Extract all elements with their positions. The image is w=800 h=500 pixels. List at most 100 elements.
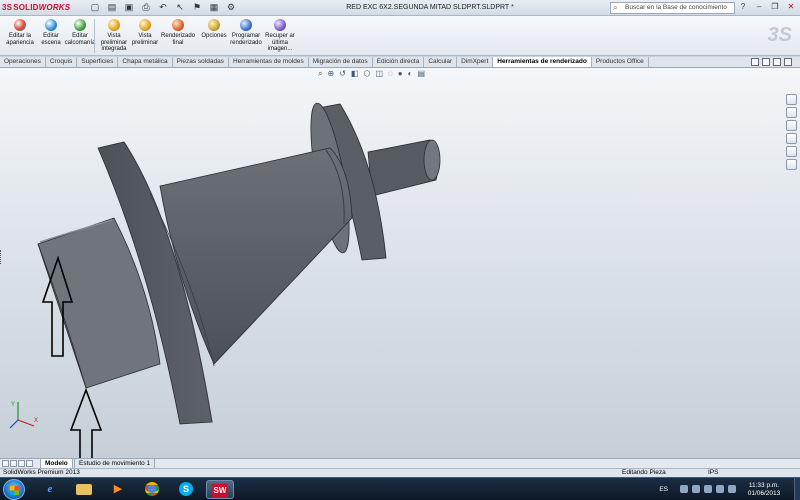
prev-tab-arrow[interactable]: [10, 460, 17, 467]
clock-time: 11:33 p.m.: [748, 482, 780, 489]
clock-date: 01/06/2013: [747, 489, 781, 497]
clock[interactable]: 11:33 p.m. 01/06/2013: [744, 482, 784, 497]
search-placeholder: Buscar en la Base de conocimiento: [625, 4, 727, 11]
undo-icon[interactable]: ↶: [156, 2, 170, 13]
command-manager-tabs: Operaciones Croquis Superficies Chapa me…: [0, 57, 800, 68]
tab-sheet-metal[interactable]: Chapa metálica: [118, 57, 173, 67]
unit-system-status[interactable]: IPS: [708, 469, 718, 477]
ds-watermark-icon: 3S: [767, 24, 792, 46]
last-tab-arrow[interactable]: [26, 460, 33, 467]
file-properties-icon[interactable]: ▦: [207, 2, 221, 13]
media-player-icon[interactable]: ▶: [104, 480, 132, 499]
doc-tile-button[interactable]: [773, 58, 781, 66]
file-explorer-taskbar-icon[interactable]: [70, 480, 98, 499]
network-icon[interactable]: [692, 485, 700, 493]
show-desktop-button[interactable]: [794, 478, 800, 500]
doc-minimize-button[interactable]: [751, 58, 759, 66]
tab-render-tools[interactable]: Herramientas de renderizado: [493, 57, 592, 67]
part-model: [37, 102, 441, 458]
svg-text:Y: Y: [11, 402, 15, 408]
new-document-icon[interactable]: ▢: [88, 2, 102, 13]
schedule-render-icon: [240, 19, 252, 31]
svg-text:X: X: [34, 418, 38, 424]
final-render-label: Renderizado final: [160, 33, 196, 46]
status-bar: SolidWorks Premium 2013 Editando Pieza I…: [0, 468, 800, 477]
doc-close-button[interactable]: [784, 58, 792, 66]
preview-window-label: Vista preliminar: [131, 33, 159, 46]
preview-window-button[interactable]: Vista preliminar: [127, 19, 163, 46]
final-render-button[interactable]: Renderizado final: [160, 19, 196, 46]
search-icon: ⌕: [613, 3, 618, 12]
knowledge-base-search-input[interactable]: ⌕ Buscar en la Base de conocimiento: [610, 2, 735, 14]
internet-explorer-icon[interactable]: e: [36, 480, 64, 499]
annotation-arrow-lower: [69, 387, 103, 458]
show-hidden-icons-icon[interactable]: [680, 485, 688, 493]
start-button[interactable]: [3, 479, 25, 500]
recover-last-image-button[interactable]: Recuper ar última imagen...: [262, 19, 298, 53]
doc-restore-button[interactable]: [762, 58, 770, 66]
windows-taskbar: e ▶ S SW ES 11:33 p.m. 01/06/2013: [0, 477, 800, 500]
tab-evaluate[interactable]: Calcular: [424, 57, 458, 67]
recover-image-icon: [274, 19, 286, 31]
reference-triad: Y X: [9, 402, 38, 429]
edit-appearance-label: Editar la apariencia: [6, 33, 34, 46]
integrated-preview-label: Vista preliminar integrada: [100, 33, 128, 52]
first-tab-arrow[interactable]: [2, 460, 9, 467]
rebuild-icon[interactable]: ⚑: [190, 2, 204, 13]
edit-decal-button[interactable]: Editar calcomanía: [62, 19, 98, 46]
tab-direct-editing[interactable]: Edición directa: [373, 57, 425, 67]
tab-sketch[interactable]: Croquis: [46, 57, 78, 67]
help-icon[interactable]: ?: [736, 2, 750, 13]
skype-icon[interactable]: S: [172, 480, 200, 499]
tab-dimxpert[interactable]: DimXpert: [457, 57, 494, 67]
model-tabs-bar: Modelo Estudio de movimiento 1: [0, 458, 800, 469]
tab-weldments[interactable]: Piezas soldadas: [173, 57, 229, 67]
quick-access-toolbar: ▢ ▤ ▣ ⎙ ↶ ↖ ⚑ ▦ ⚙: [88, 2, 238, 13]
open-folder-icon[interactable]: ▤: [105, 2, 119, 13]
solidworks-logo[interactable]: 3SSOLIDWORKS: [2, 3, 70, 12]
solidworks-taskbar-icon[interactable]: SW: [206, 480, 234, 499]
scene-icon: [45, 19, 57, 31]
next-tab-arrow[interactable]: [18, 460, 25, 467]
schedule-render-button[interactable]: Programar renderizado: [228, 19, 264, 46]
flag-icon[interactable]: [704, 485, 712, 493]
decal-icon: [74, 19, 86, 31]
title-bar: 3SSOLIDWORKS ▢ ▤ ▣ ⎙ ↶ ↖ ⚑ ▦ ⚙ RED EXC 6…: [0, 0, 800, 16]
chrome-icon[interactable]: [138, 480, 166, 499]
options-icon: [208, 19, 220, 31]
shaft-end: [367, 139, 441, 197]
tab-surfaces[interactable]: Superficies: [77, 57, 119, 67]
minimize-button[interactable]: –: [752, 2, 766, 13]
language-indicator[interactable]: ES: [659, 486, 668, 493]
tab-scroll-arrows: [2, 460, 33, 467]
logo-works: WORKS: [38, 3, 71, 12]
battery-icon[interactable]: [728, 485, 736, 493]
window-title: RED EXC 6X2.SEGUNDA MITAD SLDPRT.SLDPRT …: [346, 4, 514, 11]
tab-office-products[interactable]: Productos Office: [592, 57, 649, 67]
edit-mode-status: Editando Pieza: [622, 469, 666, 476]
options-gear-icon[interactable]: ⚙: [224, 2, 238, 13]
ribbon-separator: [94, 19, 95, 53]
command-manager-ribbon: Editar la apariencia Editar escena Edita…: [0, 16, 800, 56]
tab-data-migration[interactable]: Migración de datos: [309, 57, 373, 67]
render-options-button[interactable]: Opciones: [196, 19, 232, 40]
volume-icon[interactable]: [716, 485, 724, 493]
preview-icon: [139, 19, 151, 31]
save-icon[interactable]: ▣: [122, 2, 136, 13]
logo-solid: SOLID: [13, 3, 39, 12]
windows-logo-icon: [10, 486, 19, 495]
render-options-label: Opciones: [201, 33, 227, 39]
restore-button[interactable]: ❐: [768, 2, 782, 13]
integrated-preview-icon: [108, 19, 120, 31]
final-render-icon: [172, 19, 184, 31]
graphics-area[interactable]: ⌕ ⊕ ↺ ◧ ⬡ ◫ ◌ ● ◐ ▤ Y X: [0, 68, 800, 458]
tab-mold-tools[interactable]: Herramientas de moldes: [229, 57, 309, 67]
print-icon[interactable]: ⎙: [139, 2, 153, 13]
edit-scene-label: Editar escena: [41, 33, 61, 46]
select-pointer-icon[interactable]: ↖: [173, 2, 187, 13]
window-controls: ? – ❐ ✕: [736, 2, 798, 13]
tab-features[interactable]: Operaciones: [0, 57, 46, 67]
appearance-icon: [14, 19, 26, 31]
document-window-controls: [751, 57, 792, 66]
close-button[interactable]: ✕: [784, 2, 798, 13]
